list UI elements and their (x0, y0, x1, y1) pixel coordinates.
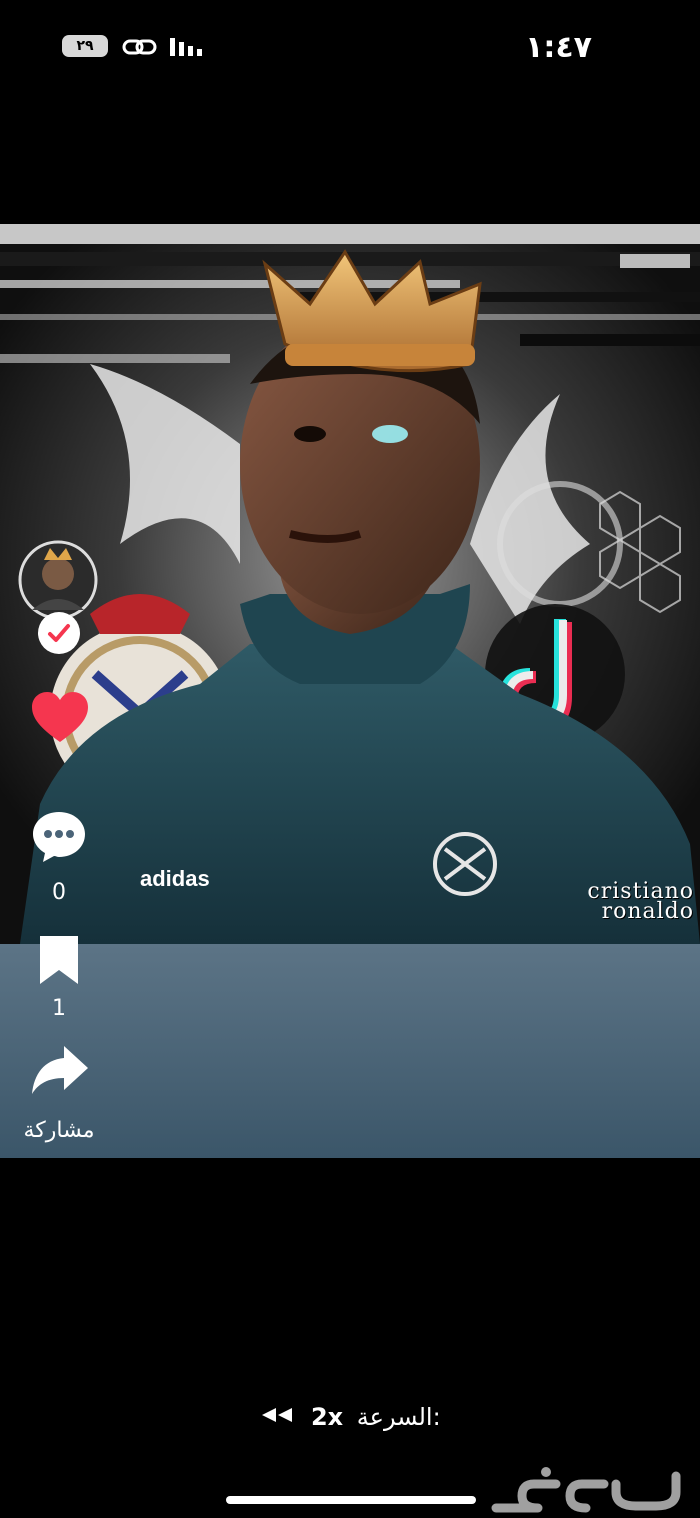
battery-indicator: ٢٩ (62, 35, 108, 57)
home-indicator[interactable] (226, 1496, 476, 1504)
watermark-line-2: ronaldo (601, 899, 694, 924)
speed-value: 2x (310, 1403, 344, 1431)
creator-avatar[interactable] (18, 540, 98, 620)
heart-icon[interactable] (30, 690, 90, 746)
bookmark-icon[interactable] (36, 932, 82, 988)
status-bar: ٢٩ ١:٤٧ (0, 0, 700, 95)
rewind-icon (262, 1408, 293, 1422)
signal-icon (170, 38, 202, 56)
comment-icon[interactable] (30, 808, 88, 864)
haraj-logo (491, 1467, 681, 1513)
speed-label: السرعة: (356, 1403, 441, 1431)
video-watermark: cristiano ronaldo (587, 881, 694, 924)
video-frame-image[interactable]: adidas (0, 244, 700, 944)
followed-check-icon[interactable] (38, 612, 80, 654)
jersey-brand-text: adidas (140, 866, 210, 891)
share-label[interactable]: مشاركة (0, 1118, 118, 1143)
status-clock: ١:٤٧ (525, 30, 592, 65)
bookmark-count: 1 (52, 996, 66, 1021)
video-top-strip (0, 224, 700, 244)
playback-speed[interactable]: 2x السرعة: (0, 1402, 700, 1431)
link-icon (122, 39, 157, 55)
player-artwork: adidas (0, 244, 700, 944)
share-arrow-icon[interactable] (30, 1042, 90, 1098)
comment-count: 0 (52, 880, 66, 905)
